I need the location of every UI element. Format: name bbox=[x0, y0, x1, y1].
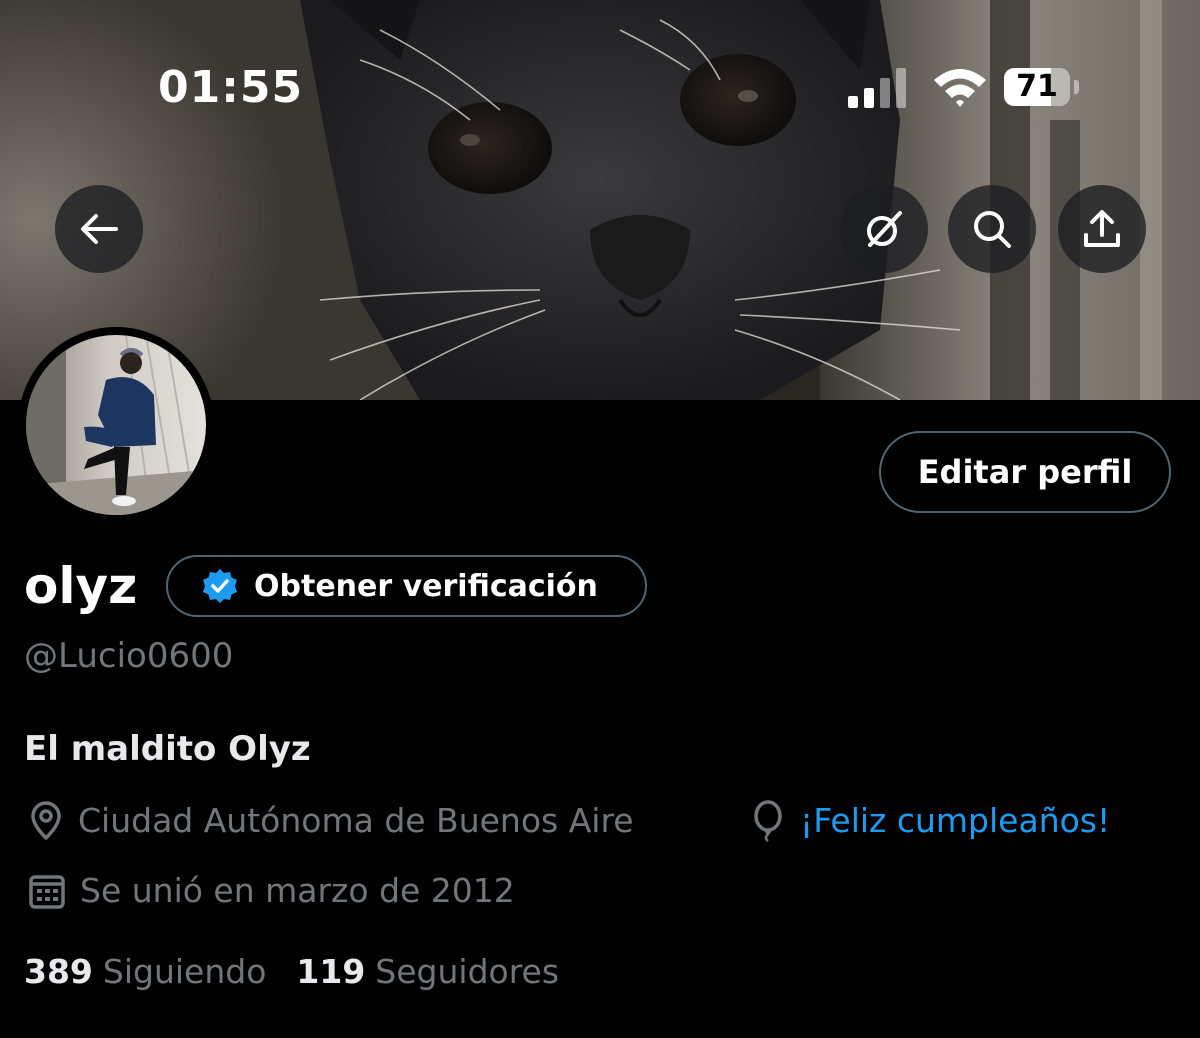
birthday-link[interactable]: ¡Feliz cumpleaños! bbox=[800, 796, 1110, 846]
grok-button[interactable] bbox=[840, 185, 928, 273]
get-verified-button[interactable]: Obtener verificación bbox=[166, 555, 647, 617]
location-row: Ciudad Autónoma de Buenos Aire bbox=[28, 796, 634, 846]
calendar-icon bbox=[29, 875, 65, 909]
following-link[interactable]: 389 Siguiendo bbox=[24, 946, 266, 998]
wifi-icon bbox=[934, 69, 986, 107]
balloon-icon bbox=[754, 800, 782, 842]
following-label: Siguiendo bbox=[102, 952, 267, 991]
signal-icon bbox=[848, 68, 906, 108]
grok-icon bbox=[867, 211, 902, 247]
joined-text: Se unió en marzo de 2012 bbox=[80, 871, 515, 910]
battery-percent: 71 bbox=[1016, 69, 1058, 104]
get-verified-label: Obtener verificación bbox=[254, 568, 598, 604]
battery-indicator: 71 bbox=[1004, 68, 1079, 106]
profile-bio: El maldito Olyz bbox=[24, 729, 311, 769]
display-name: olyz bbox=[24, 557, 138, 615]
profile-avatar[interactable] bbox=[18, 327, 214, 523]
profile-banner[interactable]: 01:55 71 bbox=[0, 0, 1200, 400]
avatar-photo bbox=[26, 335, 206, 515]
status-indicators: 71 bbox=[848, 64, 1088, 112]
share-icon bbox=[1084, 210, 1120, 247]
follow-counts: 389 Siguiendo 119 Seguidores bbox=[24, 946, 559, 998]
location-pin-icon bbox=[31, 801, 61, 840]
user-handle: @Lucio0600 bbox=[24, 636, 234, 676]
followers-label: Seguidores bbox=[375, 952, 560, 991]
verified-badge-icon bbox=[203, 569, 237, 603]
edit-profile-button[interactable]: Editar perfil bbox=[879, 431, 1171, 513]
location-text: Ciudad Autónoma de Buenos Aire bbox=[78, 801, 634, 840]
followers-count: 119 bbox=[296, 952, 366, 991]
status-time: 01:55 bbox=[158, 62, 304, 113]
back-button[interactable] bbox=[55, 185, 143, 273]
search-icon bbox=[974, 211, 1011, 248]
arrow-left-icon bbox=[81, 214, 118, 244]
share-button[interactable] bbox=[1058, 185, 1146, 273]
joined-row: Se unió en marzo de 2012 bbox=[28, 866, 515, 916]
following-count: 389 bbox=[24, 952, 93, 991]
followers-link[interactable]: 119 Seguidores bbox=[296, 946, 559, 998]
search-button[interactable] bbox=[948, 185, 1036, 273]
birthday-row: ¡Feliz cumpleaños! bbox=[750, 796, 1110, 846]
